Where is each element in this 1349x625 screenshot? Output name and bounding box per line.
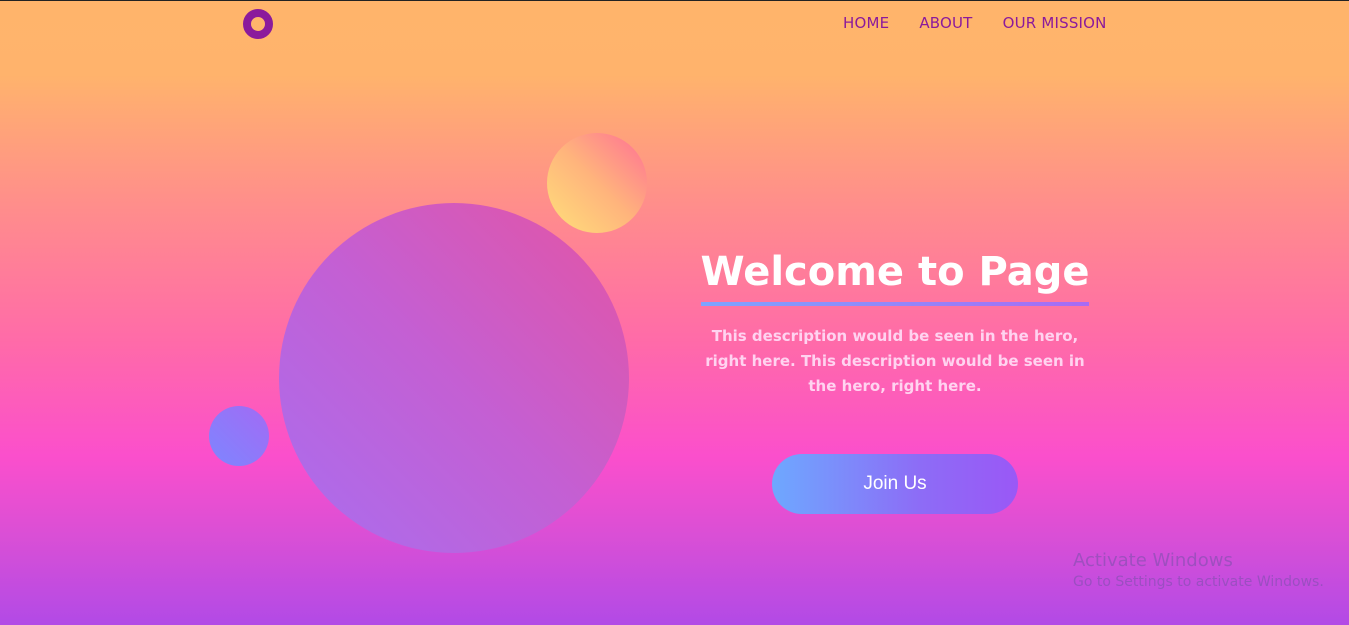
nav-about-link[interactable]: ABOUT bbox=[919, 14, 972, 32]
watermark-title: Activate Windows bbox=[1073, 550, 1233, 571]
hero-section: Welcome to Page This description would b… bbox=[690, 250, 1100, 399]
small-decorative-circle-left bbox=[209, 406, 269, 466]
join-us-button[interactable]: Join Us bbox=[772, 454, 1018, 514]
nav-our-mission-link[interactable]: OUR MISSION bbox=[1003, 14, 1107, 32]
windows-activation-watermark: Activate Windows Go to Settings to activ… bbox=[1073, 550, 1324, 592]
logo-ring-icon[interactable] bbox=[243, 9, 273, 39]
hero-title: Welcome to Page bbox=[700, 249, 1090, 306]
small-decorative-circle-top bbox=[547, 133, 647, 233]
nav-home-link[interactable]: HOME bbox=[843, 14, 889, 32]
top-border bbox=[0, 0, 1349, 1]
large-decorative-circle bbox=[279, 203, 629, 553]
watermark-subtitle: Go to Settings to activate Windows. bbox=[1073, 574, 1324, 590]
top-nav: HOME ABOUT OUR MISSION bbox=[843, 14, 1107, 32]
hero-description: This description would be seen in the he… bbox=[705, 327, 1085, 395]
